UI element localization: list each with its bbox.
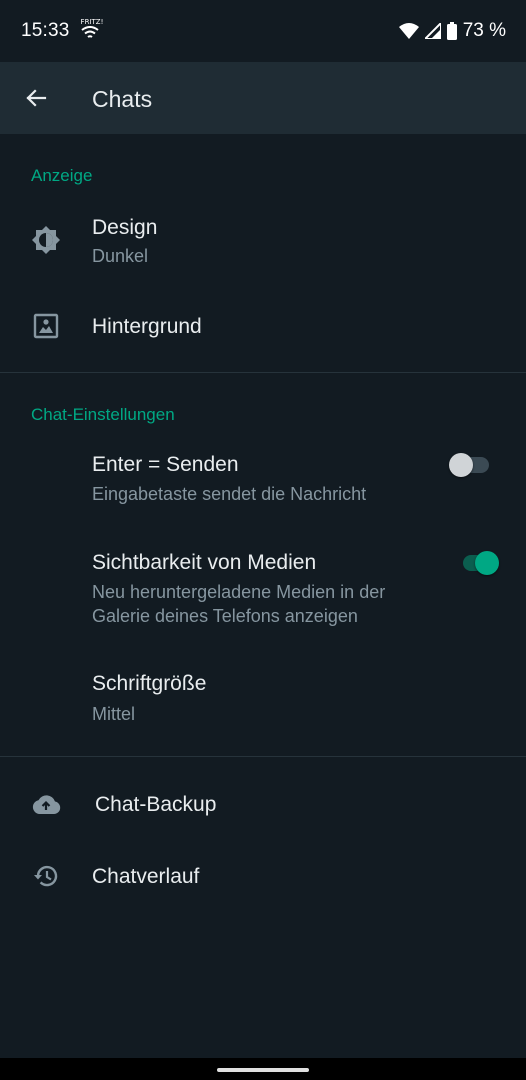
app-bar: Chats [0, 62, 526, 134]
cellular-signal-icon [424, 23, 441, 39]
setting-chat-history-title: Chatverlauf [92, 865, 200, 888]
setting-media-visibility-subtitle-2: Galerie deines Telefons anzeigen [92, 606, 358, 626]
status-time: 15:33 [21, 20, 70, 41]
gesture-handle[interactable] [217, 1068, 309, 1072]
section-header-chat-settings: Chat-Einstellungen [31, 405, 175, 424]
toggle-thumb [475, 551, 499, 575]
setting-media-visibility[interactable]: Sichtbarkeit von Medien Neu heruntergela… [0, 538, 526, 638]
media-visibility-toggle[interactable] [457, 549, 501, 577]
setting-wallpaper-title: Hintergrund [92, 315, 202, 338]
divider [0, 372, 526, 373]
setting-chat-backup-title: Chat-Backup [95, 793, 217, 816]
setting-design-title: Design [92, 216, 158, 239]
enter-send-toggle[interactable] [449, 451, 493, 479]
setting-font-size-title: Schriftgröße [92, 672, 207, 695]
history-icon [30, 860, 62, 892]
setting-design-subtitle: Dunkel [92, 246, 149, 266]
fritz-wifi-icon: FRITZ! [80, 18, 104, 43]
back-button[interactable] [16, 76, 56, 120]
wifi-icon [398, 23, 419, 39]
wallpaper-icon [30, 310, 62, 342]
toggle-thumb [449, 453, 473, 477]
setting-design[interactable]: Design Dunkel [0, 200, 526, 282]
setting-media-visibility-title: Sichtbarkeit von Medien [92, 551, 317, 574]
setting-enter-send[interactable]: Enter = Senden Eingabetaste sendet die N… [0, 440, 526, 520]
setting-font-size[interactable]: Schriftgröße Mittel [0, 660, 526, 740]
setting-chat-backup[interactable]: Chat-Backup [0, 770, 526, 840]
brightness-icon [30, 224, 62, 256]
setting-enter-send-subtitle: Eingabetaste sendet die Nachricht [92, 484, 367, 504]
cloud-upload-icon [30, 788, 62, 820]
section-header-display: Anzeige [31, 166, 93, 185]
setting-wallpaper[interactable]: Hintergrund [0, 290, 526, 364]
arrow-back-icon [26, 89, 47, 107]
setting-enter-send-title: Enter = Senden [92, 453, 239, 476]
fritz-label: FRITZ! [80, 18, 104, 26]
setting-media-visibility-subtitle-1: Neu heruntergeladene Medien in der [92, 582, 386, 602]
status-bar: 15:33 FRITZ! 73 % [0, 0, 526, 62]
battery-percentage: 73 % [462, 20, 506, 41]
divider [0, 756, 526, 757]
setting-chat-history[interactable]: Chatverlauf [0, 842, 526, 912]
battery-icon [446, 22, 457, 40]
page-title: Chats [92, 86, 153, 112]
setting-font-size-subtitle: Mittel [92, 704, 136, 724]
